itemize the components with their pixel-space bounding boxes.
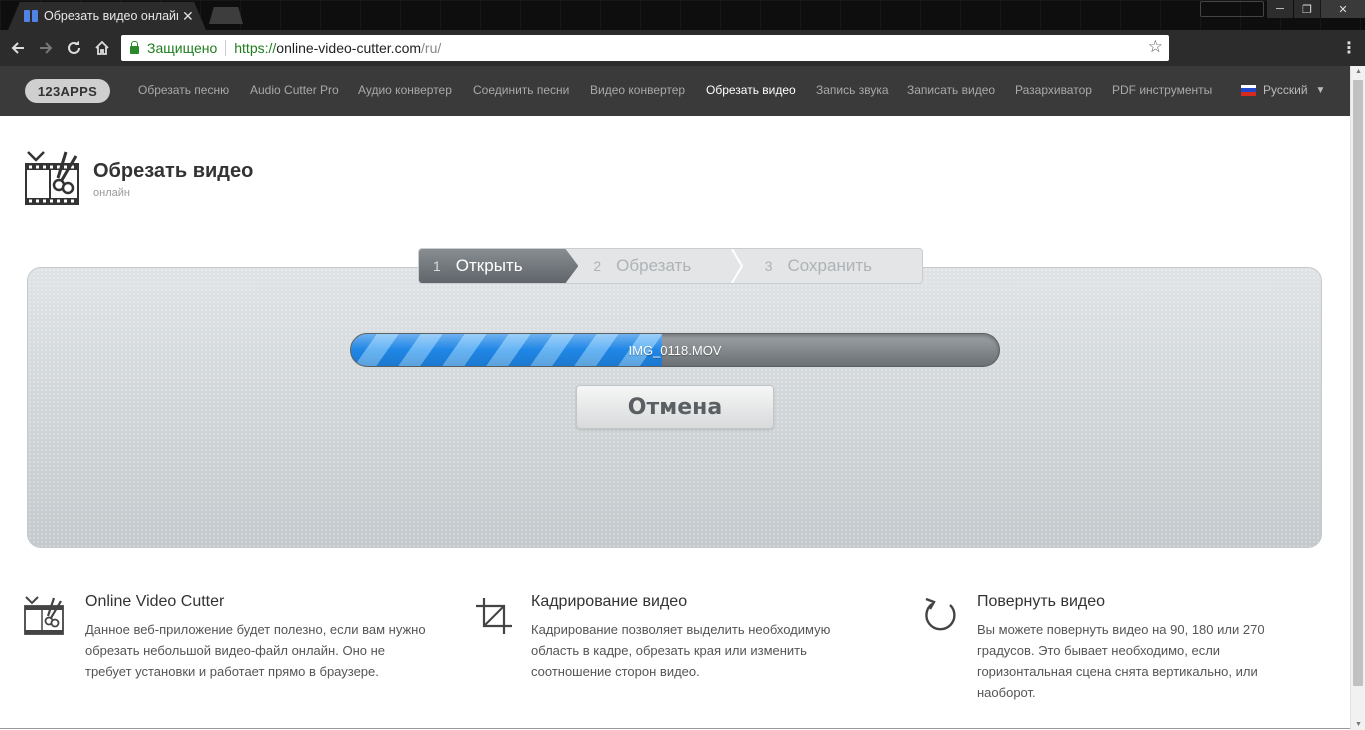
feature-title: Повернуть видео [977, 593, 1106, 610]
back-arrow-icon[interactable] [8, 38, 28, 58]
nav-link-audio-cutter-pro[interactable]: Audio Cutter Pro [250, 83, 339, 97]
step-cut[interactable]: 2 Обрезать [578, 249, 743, 283]
film-scissors-icon [25, 151, 79, 205]
site-navigation: 123APPS Обрезать песню Audio Cutter Pro … [0, 66, 1350, 116]
nav-link-pdf-tools[interactable]: PDF инструменты [1112, 83, 1212, 97]
feature-title: Online Video Cutter [85, 593, 225, 610]
nav-link-video-record[interactable]: Записать видео [907, 83, 995, 97]
feature-description: Кадрирование позволяет выделить необходи… [531, 622, 831, 679]
page-subtitle: онлайн [93, 187, 130, 199]
cancel-button[interactable]: Отмена [576, 385, 774, 429]
rotate-icon [925, 597, 956, 631]
language-label: Русский [1263, 83, 1308, 97]
crop-icon [476, 598, 512, 634]
step-number: 2 [593, 258, 602, 274]
address-bar[interactable]: Защищено https://online-video-cutter.com… [121, 35, 1169, 61]
reload-icon[interactable] [64, 38, 84, 58]
forward-arrow-icon[interactable] [36, 38, 56, 58]
browser-tab[interactable]: Обрезать видео онлайн ✕ [8, 2, 206, 30]
minimize-icon[interactable]: ─ [1267, 0, 1293, 18]
step-chevron-icon [730, 249, 743, 283]
language-selector[interactable]: Русский ▼ [1241, 83, 1325, 97]
site-favicon-icon [24, 10, 38, 22]
profile-area[interactable] [1200, 1, 1264, 17]
upload-progress-bar: IMG_0118.MOV [350, 333, 1000, 367]
film-scissors-icon [24, 596, 64, 635]
step-number: 3 [764, 258, 773, 274]
page-bottom-border [0, 728, 1350, 729]
scroll-down-icon[interactable]: ▼ [1355, 721, 1362, 728]
nav-link-unarchiver[interactable]: Разархиватор [1015, 83, 1092, 97]
page-scrollbar[interactable]: ▲ ▼ [1350, 66, 1365, 730]
nav-link-video-converter[interactable]: Видео конвертер [590, 83, 685, 97]
scroll-up-icon[interactable]: ▲ [1355, 68, 1362, 75]
step-indicator: 1 Открыть 2 Обрезать 3 Сохранить [418, 248, 923, 284]
window-controls: ─ ❐ ✕ [1266, 0, 1365, 18]
feature-title: Кадрирование видео [531, 593, 688, 610]
security-label: Защищено [147, 40, 218, 56]
restore-icon[interactable]: ❐ [1294, 0, 1320, 18]
page-title: Обрезать видео [93, 160, 254, 182]
step-label: Сохранить [787, 256, 872, 275]
tab-title: Обрезать видео онлайн [44, 9, 178, 23]
url-protocol: https:// [234, 40, 277, 56]
chevron-down-icon: ▼ [1315, 84, 1326, 96]
step-number: 1 [433, 258, 441, 274]
russian-flag-icon [1241, 84, 1256, 96]
feature-description: Данное веб-приложение будет полезно, есл… [85, 622, 426, 679]
feature-description: Вы можете повернуть видео на 90, 180 или… [977, 622, 1265, 700]
browser-titlebar: Обрезать видео онлайн ✕ ─ ❐ ✕ [0, 0, 1365, 30]
nav-link-cut-song[interactable]: Обрезать песню [138, 83, 229, 97]
browser-toolbar: Защищено https://online-video-cutter.com… [0, 30, 1365, 66]
step-save[interactable]: 3 Сохранить [743, 249, 922, 283]
url-path: /ru/ [421, 40, 442, 56]
site-logo[interactable]: 123APPS [25, 79, 110, 103]
step-label: Открыть [455, 256, 523, 275]
step-label: Обрезать [616, 256, 692, 275]
nav-link-join-songs[interactable]: Соединить песни [473, 83, 569, 97]
step-open[interactable]: 1 Открыть [419, 249, 579, 283]
upload-filename: IMG_0118.MOV [628, 342, 722, 358]
nav-link-sound-record[interactable]: Запись звука [816, 83, 889, 97]
address-separator [225, 40, 227, 56]
home-icon[interactable] [92, 38, 112, 58]
scrollbar-thumb[interactable] [1353, 80, 1363, 686]
bookmark-star-icon[interactable]: ☆ [1148, 37, 1163, 57]
browser-menu-icon[interactable]: ⋮ [1341, 38, 1357, 58]
new-tab-button[interactable] [209, 7, 243, 24]
url-host: online-video-cutter.com [276, 40, 422, 56]
window-close-icon[interactable]: ✕ [1321, 0, 1365, 18]
nav-link-cut-video[interactable]: Обрезать видео [706, 83, 796, 97]
tab-close-icon[interactable]: ✕ [182, 8, 194, 25]
lock-icon [130, 41, 139, 54]
nav-link-audio-converter[interactable]: Аудио конвертер [358, 83, 452, 97]
